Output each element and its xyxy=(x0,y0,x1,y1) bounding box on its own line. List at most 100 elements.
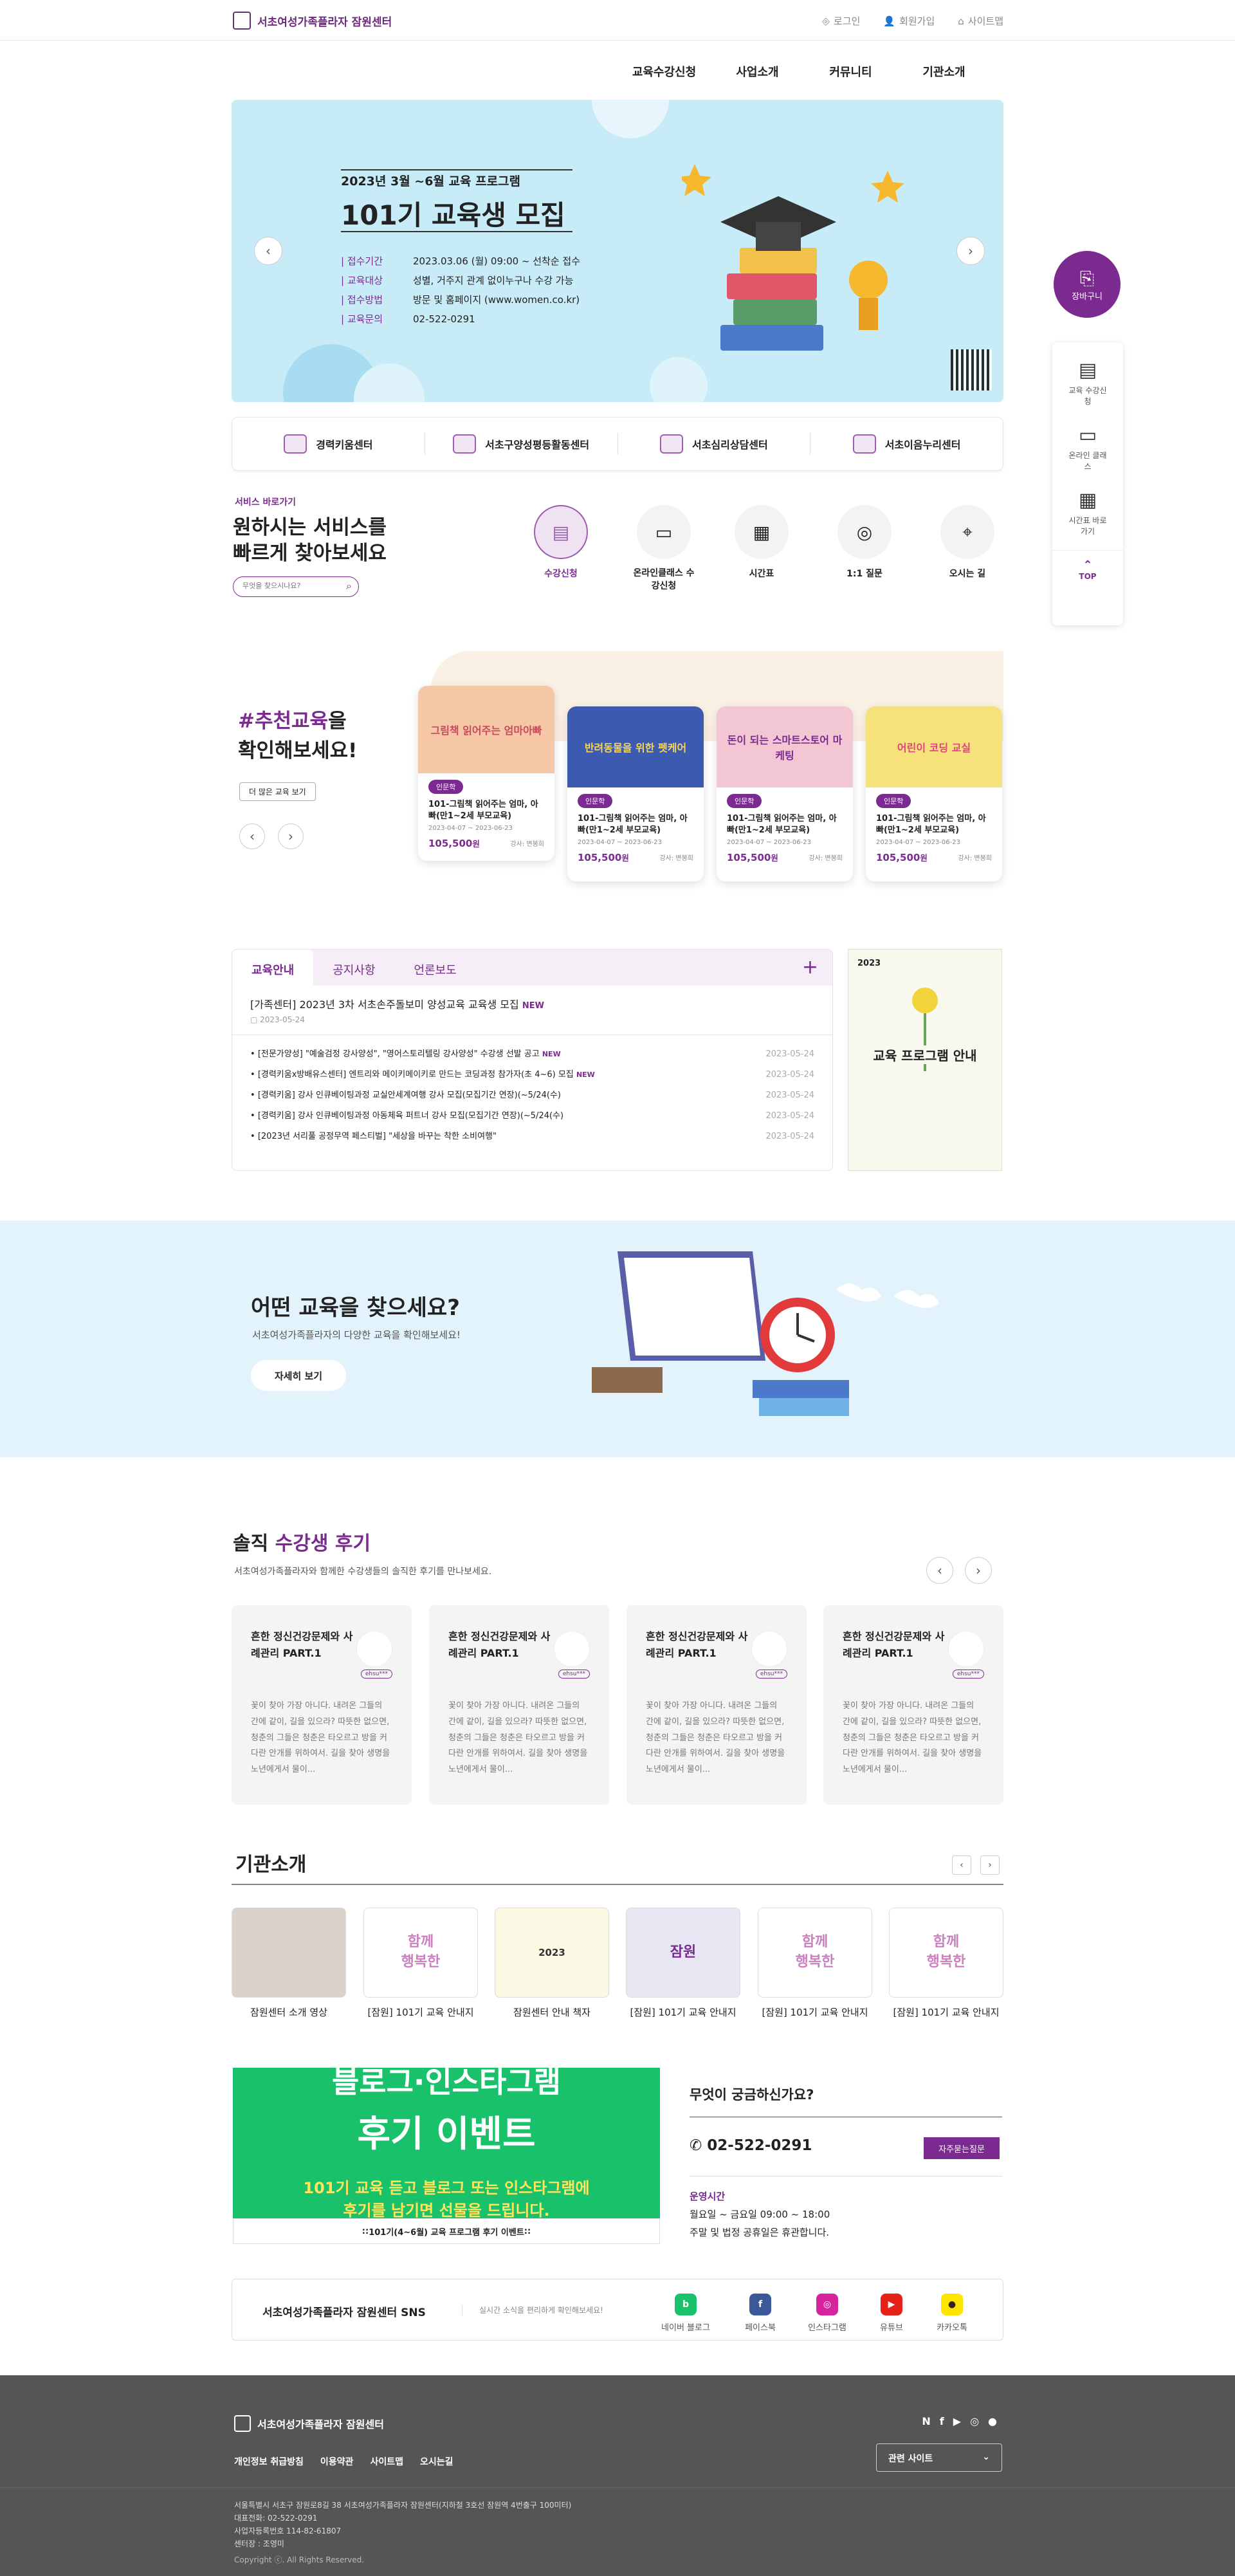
sns-youtube[interactable]: ▶ 유튜브 xyxy=(866,2294,917,2333)
hero-title: 101기 교육생 모집 xyxy=(341,199,565,231)
youtube-icon: ▶ xyxy=(881,2294,902,2315)
copyright: Copyright ⓒ. All Rights Reserved. xyxy=(234,2555,365,2564)
footer: 서초여성가족플라자 잠원센터 Nf ▶ ◎ ● 개인정보 취급방침 이용약관 사이트맵 오시… xyxy=(0,2375,1235,2576)
sns-title: 서초여성가족플라자 잠원센터 SNS xyxy=(262,2306,426,2319)
cart-button[interactable]: ⎘ 장바구니 xyxy=(1054,251,1121,318)
heart-icon xyxy=(659,434,683,454)
quick-online[interactable]: ▭ 온라인클래스 수강신청 xyxy=(632,505,696,593)
find-title: 어떤 교육을 찾으세요? xyxy=(251,1295,460,1321)
review-card[interactable]: 흔한 정신건강문제와 사례관리 PART.1 ehsu*** 꽃이 찾아 가장 아니… xyxy=(232,1605,412,1805)
sns-facebook[interactable]: f 페이스북 xyxy=(735,2294,786,2333)
youtube-icon[interactable]: ▶ xyxy=(953,2415,961,2427)
review-card[interactable]: 흔한 정신건강문제와 사례관리 PART.1 ehsu*** 꽃이 찾아 가장 아니… xyxy=(627,1605,807,1805)
login-link[interactable]: ⎆ 로그인 xyxy=(822,14,860,28)
center-link-counsel[interactable]: 서초심리상담센터 xyxy=(618,433,811,455)
find-detail-button[interactable]: 자세히 보기 xyxy=(251,1360,346,1391)
top-button[interactable]: ⌃ TOP xyxy=(1052,550,1123,581)
chat-icon: ◎ xyxy=(856,521,873,543)
course-card[interactable]: 어린이 코딩 교실 인문학 101-그림책 읽어주는 엄마, 아빠(만1~2세 부… xyxy=(866,706,1002,881)
board-item[interactable]: • [경력키움x방배유스센터] 엔트리와 메이키메이키로 만드는 코딩과정 참가… xyxy=(250,1065,814,1085)
recommend-prev-button[interactable]: ‹ xyxy=(239,823,265,849)
sitemap-link[interactable]: ⌂ 사이트맵 xyxy=(958,14,1003,28)
blog-icon: b xyxy=(675,2294,697,2315)
instagram-icon[interactable]: ◎ xyxy=(970,2415,979,2427)
event-banner[interactable]: 블로그·인스타그램 후기 이벤트 101기 교육 듣고 블로그 또는 인스타그램… xyxy=(233,2068,660,2218)
calendar-icon: ▦ xyxy=(1078,489,1097,511)
site-logo[interactable]: 서초여성가족플라자 잠원센터 xyxy=(233,12,392,30)
nav-education[interactable]: 교육수강신청 xyxy=(618,63,711,80)
tab-press[interactable]: 언론보도 xyxy=(395,950,476,986)
quick-search[interactable]: ⌕ xyxy=(233,576,359,597)
center-link-career[interactable]: 경력키움센터 xyxy=(232,433,425,455)
quick-location[interactable]: ⌖ 오시는 길 xyxy=(940,505,994,593)
search-icon[interactable]: ⌕ xyxy=(346,580,352,593)
people-icon xyxy=(453,434,477,454)
terms-link[interactable]: 이용약관 xyxy=(320,2455,354,2468)
sns-blog[interactable]: b 네이버 블로그 xyxy=(660,2294,711,2333)
tab-education[interactable]: 교육안내 xyxy=(232,950,314,986)
center-links: 경력키움센터 서초구양성평등활동센터 서초심리상담센터 서초이음누리센터 xyxy=(232,417,1003,471)
board-item[interactable]: • [전문가양성] "예술검정 강사양성", "영어스토리텔링 강사양성" 수강… xyxy=(250,1044,814,1065)
sitemap-link[interactable]: 사이트맵 xyxy=(370,2455,403,2468)
board-item[interactable]: • [경력키움] 강사 인큐베이팅과정 교실안세계여행 강사 모집(모집기간 연… xyxy=(250,1085,814,1106)
org-item[interactable]: 함께 행복한 [잠원] 101기 교육 안내지 xyxy=(363,1908,478,2019)
footer-info: 서울특별시 서초구 잠원로8길 38 서초여성가족플라자 잠원센터(지하철 3호… xyxy=(234,2501,572,2548)
chart-icon xyxy=(284,434,307,454)
review-card[interactable]: 흔한 정신건강문제와 사례관리 PART.1 ehsu*** 꽃이 찾아 가장 아니… xyxy=(429,1605,609,1805)
reviews-prev-button[interactable]: ‹ xyxy=(926,1557,953,1584)
course-card[interactable]: 그림책 읽어주는 엄마아빠 인문학 101-그림책 읽어주는 엄마, 아빠(만1~… xyxy=(418,686,554,861)
reviews-next-button[interactable]: › xyxy=(965,1557,992,1584)
facebook-icon[interactable]: f xyxy=(940,2415,944,2427)
board-item[interactable]: • [경력키움] 강사 인큐베이팅과정 아동체육 퍼트너 강사 모집(모집기간 … xyxy=(250,1106,814,1127)
location-pin-icon: ⌖ xyxy=(962,521,973,542)
review-card[interactable]: 흔한 정신건강문제와 사례관리 PART.1 ehsu*** 꽃이 찾아 가장 아니… xyxy=(823,1605,1003,1805)
calendar-illustration xyxy=(592,1251,939,1416)
privacy-link[interactable]: 개인정보 취급방침 xyxy=(234,2455,304,2468)
side-apply[interactable]: ▤ 교육 수강신청 xyxy=(1052,342,1123,407)
calendar-icon: ▦ xyxy=(753,521,771,543)
quick-apply[interactable]: ▤ 수강신청 xyxy=(534,505,588,593)
sns-instagram[interactable]: ◎ 인스타그램 xyxy=(801,2294,853,2333)
org-item[interactable]: 잠원 [잠원] 101기 교육 안내지 xyxy=(626,1908,740,2019)
org-next-button[interactable]: › xyxy=(980,1855,1000,1875)
quick-kicker: 서비스 바로가기 xyxy=(235,497,297,508)
hero-next-button[interactable]: › xyxy=(956,237,985,265)
board-top-item[interactable]: [가족센터] 2023년 3차 서초손주돌보미 양성교육 교육생 모집 NEW xyxy=(250,996,814,1011)
program-poster[interactable]: 2023 교육 프로그램 안내 xyxy=(848,949,1002,1171)
quick-search-input[interactable] xyxy=(242,582,333,590)
org-prev-button[interactable]: ‹ xyxy=(952,1855,971,1875)
recommend-next-button[interactable]: › xyxy=(278,823,304,849)
signup-link[interactable]: 👤 회원가입 xyxy=(883,14,935,28)
nav-about[interactable]: 기관소개 xyxy=(897,63,991,80)
sns-kakao[interactable]: ● 카카오톡 xyxy=(926,2294,978,2333)
hero-info: | 접수기간 2023.03.06 (월) 09:00 ~ 선착순 접수 | 교육… xyxy=(341,255,581,325)
nav-business[interactable]: 사업소개 xyxy=(711,63,804,80)
related-sites-select[interactable]: 관련 사이트 ⌄ xyxy=(876,2443,1002,2472)
org-item[interactable]: 함께 행복한 [잠원] 101기 교육 안내지 xyxy=(758,1908,872,2019)
faq-button[interactable]: 자주묻는질문 xyxy=(924,2137,1000,2159)
org-item[interactable]: 함께 행복한 [잠원] 101기 교육 안내지 xyxy=(889,1908,1003,2019)
recommend-title: #추천교육을 확인해보세요! xyxy=(238,710,358,762)
org-item[interactable]: 2023 잠원센터 안내 책자 xyxy=(495,1908,609,2019)
more-courses-button[interactable]: 더 많은 교육 보기 xyxy=(239,782,316,801)
board-item[interactable]: • [2023년 서리풀 공정무역 페스티벌] "세상을 바꾸는 착한 소비여행… xyxy=(250,1127,814,1147)
course-card[interactable]: 반려동물을 위한 펫케어 인문학 101-그림책 읽어주는 엄마, 아빠(만1~2… xyxy=(567,706,704,881)
org-item[interactable]: 잠원센터 소개 영상 xyxy=(232,1908,346,2019)
nav-community[interactable]: 커뮤니티 xyxy=(804,63,897,80)
hand-icon xyxy=(852,434,876,454)
side-online[interactable]: ▭ 온라인 클래스 xyxy=(1052,407,1123,472)
logo-text: 서초여성가족플라자 잠원센터 xyxy=(257,15,392,29)
directions-link[interactable]: 오시는길 xyxy=(420,2455,453,2468)
plus-icon[interactable]: + xyxy=(802,956,818,979)
side-timetable[interactable]: ▦ 시간표 바로가기 xyxy=(1052,472,1123,537)
kakao-icon[interactable]: ● xyxy=(988,2415,997,2427)
tab-notice[interactable]: 공지사항 xyxy=(313,950,394,986)
center-link-equality[interactable]: 서초구양성평등활동센터 xyxy=(425,433,618,455)
blog-icon[interactable]: N xyxy=(922,2415,930,2427)
hero-banner[interactable]: 2023년 3월 ~6월 교육 프로그램 101기 교육생 모집 | 접수기간 2… xyxy=(232,100,1003,402)
course-card[interactable]: 돈이 되는 스마트스토어 마케팅 인문학 101-그림책 읽어주는 엄마, 아빠(… xyxy=(717,706,853,881)
quick-qna[interactable]: ◎ 1:1 질문 xyxy=(837,505,892,593)
quick-timetable[interactable]: ▦ 시간표 xyxy=(735,505,789,593)
center-link-ieum[interactable]: 서초이음누리센터 xyxy=(810,433,1003,455)
hero-prev-button[interactable]: ‹ xyxy=(254,237,282,265)
